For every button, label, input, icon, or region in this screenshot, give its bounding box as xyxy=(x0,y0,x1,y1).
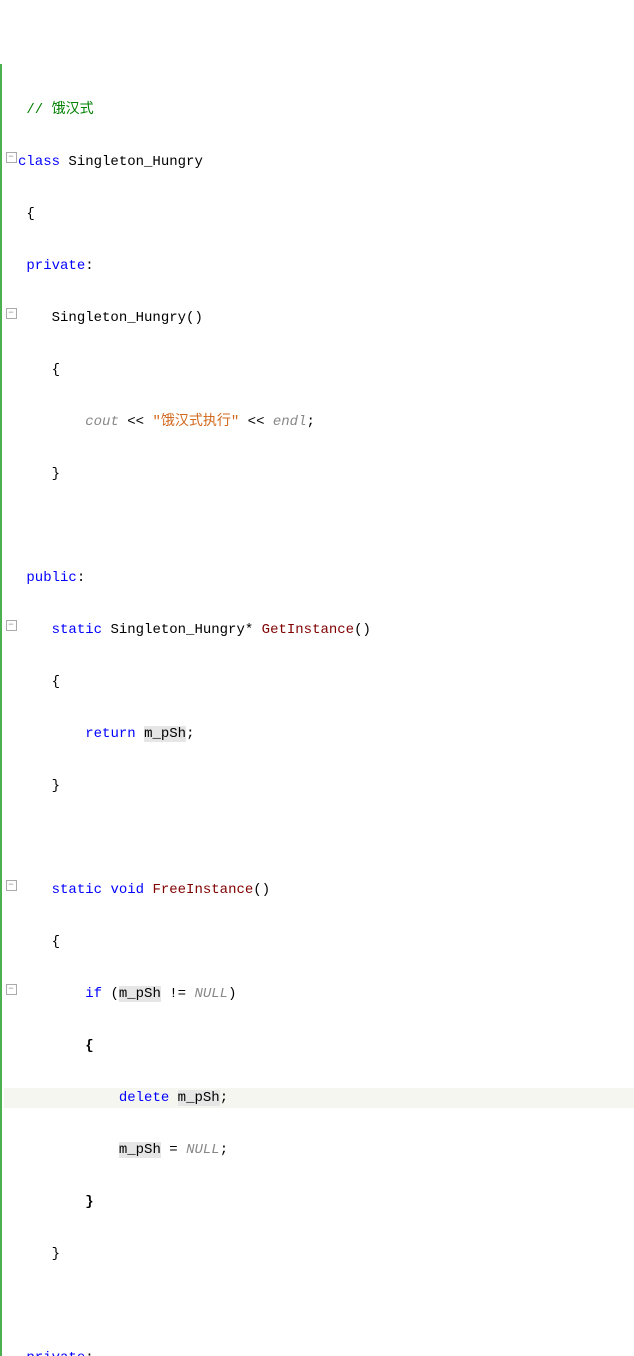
code-line: // 饿汉式 xyxy=(4,100,634,120)
identifier-getinstance: GetInstance xyxy=(262,622,354,638)
keyword-void: void xyxy=(110,882,144,898)
identifier-ctor: Singleton_Hungry xyxy=(52,310,186,326)
code-line: − static Singleton_Hungry* GetInstance() xyxy=(4,620,634,640)
code-line: return m_pSh; xyxy=(4,724,634,744)
code-line: { xyxy=(4,1036,634,1056)
keyword-static: static xyxy=(52,882,102,898)
identifier-freeinstance: FreeInstance xyxy=(152,882,253,898)
identifier-member-hl: m_pSh xyxy=(119,1142,161,1158)
code-line: } xyxy=(4,1244,634,1264)
fold-toggle[interactable]: − xyxy=(4,308,18,319)
identifier-cout: cout xyxy=(85,414,119,430)
code-line: m_pSh = NULL; xyxy=(4,1140,634,1160)
keyword-if: if xyxy=(85,986,102,1002)
brace-open: { xyxy=(26,206,34,222)
code-line: { xyxy=(4,204,634,224)
fold-toggle[interactable]: − xyxy=(4,620,18,631)
keyword-private: private xyxy=(26,1350,85,1356)
comment: // 饿汉式 xyxy=(26,102,93,118)
keyword-private: private xyxy=(26,258,85,274)
keyword-delete: delete xyxy=(119,1090,169,1106)
code-line xyxy=(4,1296,634,1316)
fold-toggle[interactable]: − xyxy=(4,984,18,995)
code-line: } xyxy=(4,776,634,796)
code-line: { xyxy=(4,360,634,380)
code-editor: // 饿汉式 −class Singleton_Hungry { private… xyxy=(0,64,634,1356)
identifier-member-hl: m_pSh xyxy=(178,1090,220,1106)
keyword-return: return xyxy=(85,726,135,742)
code-line: } xyxy=(4,464,634,484)
string-literal: "饿汉式执行" xyxy=(152,414,239,430)
null-literal: NULL xyxy=(194,986,228,1002)
code-line: −class Singleton_Hungry xyxy=(4,152,634,172)
fold-toggle[interactable]: − xyxy=(4,152,18,163)
code-line: − if (m_pSh != NULL) xyxy=(4,984,634,1004)
code-line xyxy=(4,516,634,536)
code-line: private: xyxy=(4,1348,634,1356)
keyword-class: class xyxy=(18,154,60,170)
identifier-member-hl: m_pSh xyxy=(119,986,161,1002)
fold-toggle[interactable]: − xyxy=(4,880,18,891)
identifier-endl: endl xyxy=(273,414,307,430)
identifier-type: Singleton_Hungry xyxy=(110,622,244,638)
null-literal: NULL xyxy=(186,1142,220,1158)
code-line: − Singleton_Hungry() xyxy=(4,308,634,328)
code-line: cout << "饿汉式执行" << endl; xyxy=(4,412,634,432)
keyword-static: static xyxy=(52,622,102,638)
code-line xyxy=(4,828,634,848)
code-line: } xyxy=(4,1192,634,1212)
code-line: { xyxy=(4,672,634,692)
identifier-member-hl: m_pSh xyxy=(144,726,186,742)
code-line: − static void FreeInstance() xyxy=(4,880,634,900)
identifier-class-name: Singleton_Hungry xyxy=(68,154,202,170)
code-line: private: xyxy=(4,256,634,276)
keyword-public: public xyxy=(26,570,76,586)
code-line: public: xyxy=(4,568,634,588)
code-line: { xyxy=(4,932,634,952)
code-line-active: delete m_pSh; xyxy=(4,1088,634,1108)
